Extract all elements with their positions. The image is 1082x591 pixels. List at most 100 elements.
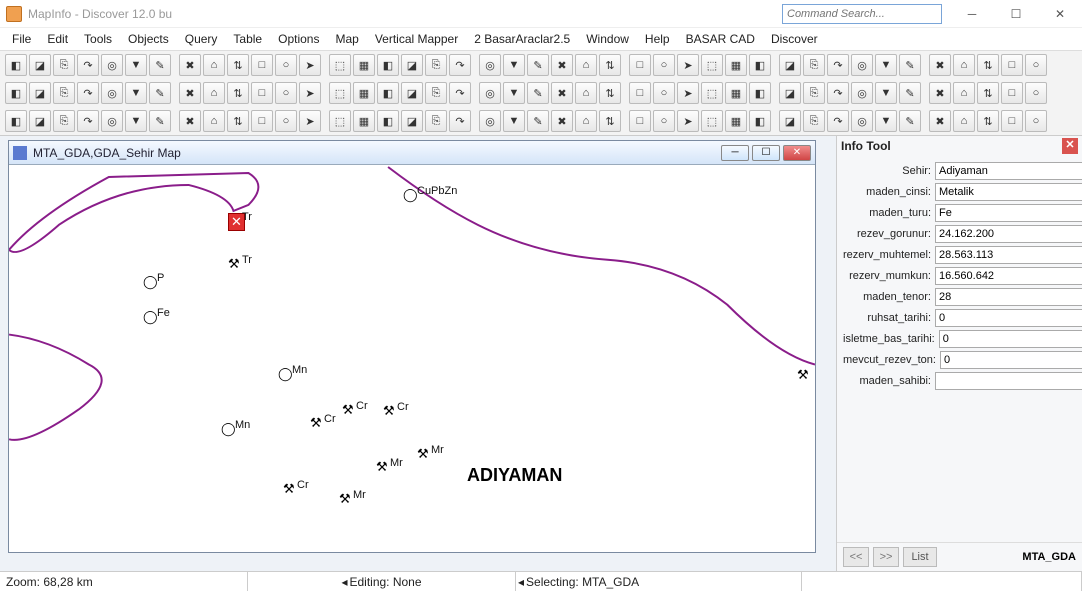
toolbar-button[interactable]: ⇅ xyxy=(977,54,999,76)
toolbar-button[interactable]: ✖ xyxy=(929,82,951,104)
toolbar-button[interactable]: ⎘ xyxy=(803,82,825,104)
map-minimize-button[interactable]: ─ xyxy=(721,145,749,161)
toolbar-button[interactable]: ➤ xyxy=(299,54,321,76)
toolbar-button[interactable]: ✖ xyxy=(929,54,951,76)
map-point[interactable]: ⚒Tr xyxy=(228,256,240,272)
toolbar-button[interactable]: ✎ xyxy=(527,54,549,76)
info-input-maden-sahibi[interactable] xyxy=(935,372,1082,390)
menu-edit[interactable]: Edit xyxy=(39,30,76,48)
menu-options[interactable]: Options xyxy=(270,30,327,48)
map-point[interactable]: ⚒Mr xyxy=(339,491,351,507)
toolbar-button[interactable]: ○ xyxy=(653,82,675,104)
toolbar-button[interactable]: ➤ xyxy=(299,110,321,132)
toolbar-button[interactable]: ✖ xyxy=(929,110,951,132)
toolbar-button[interactable]: ✖ xyxy=(179,82,201,104)
toolbar-button[interactable]: ⌂ xyxy=(203,54,225,76)
toolbar-button[interactable]: ◎ xyxy=(101,54,123,76)
toolbar-button[interactable]: ▼ xyxy=(875,54,897,76)
toolbar-button[interactable]: □ xyxy=(251,82,273,104)
toolbar-button[interactable]: ⌂ xyxy=(953,54,975,76)
toolbar-button[interactable]: ▦ xyxy=(725,110,747,132)
toolbar-button[interactable]: ▼ xyxy=(125,110,147,132)
toolbar-button[interactable]: ▦ xyxy=(353,110,375,132)
toolbar-button[interactable]: ◎ xyxy=(479,110,501,132)
menu-query[interactable]: Query xyxy=(177,30,226,48)
toolbar-button[interactable]: ◧ xyxy=(5,110,27,132)
toolbar-button[interactable]: ⎘ xyxy=(803,110,825,132)
info-tool-close-button[interactable]: ✕ xyxy=(1062,138,1078,154)
map-point[interactable]: ✕Tr xyxy=(228,213,245,231)
map-point[interactable]: ⚒Cr xyxy=(310,415,322,431)
toolbar-button[interactable]: ⌂ xyxy=(575,54,597,76)
toolbar-button[interactable]: ○ xyxy=(1025,82,1047,104)
toolbar-button[interactable]: ⌂ xyxy=(203,82,225,104)
toolbar-button[interactable]: ◪ xyxy=(29,54,51,76)
info-input-maden-turu[interactable] xyxy=(935,204,1082,222)
toolbar-button[interactable]: ⇅ xyxy=(599,54,621,76)
toolbar-button[interactable]: ✖ xyxy=(551,110,573,132)
toolbar-button[interactable]: ✎ xyxy=(527,110,549,132)
minimize-button[interactable]: ─ xyxy=(950,0,994,28)
toolbar-button[interactable]: ◪ xyxy=(29,82,51,104)
toolbar-button[interactable]: ◪ xyxy=(401,110,423,132)
toolbar-button[interactable]: ✎ xyxy=(149,82,171,104)
toolbar-button[interactable]: ◧ xyxy=(749,82,771,104)
toolbar-button[interactable]: ⎘ xyxy=(803,54,825,76)
toolbar-button[interactable]: ⇅ xyxy=(227,82,249,104)
toolbar-button[interactable]: ⇅ xyxy=(599,82,621,104)
maximize-button[interactable]: ☐ xyxy=(994,0,1038,28)
menu-window[interactable]: Window xyxy=(578,30,637,48)
info-input-rezev-gorunur[interactable] xyxy=(935,225,1082,243)
info-input-rezerv-muhtemel[interactable] xyxy=(935,246,1082,264)
toolbar-button[interactable]: ⬚ xyxy=(329,54,351,76)
menu-table[interactable]: Table xyxy=(225,30,270,48)
close-button[interactable]: ✕ xyxy=(1038,0,1082,28)
toolbar-button[interactable]: ◪ xyxy=(779,54,801,76)
toolbar-button[interactable]: ◎ xyxy=(479,82,501,104)
toolbar-button[interactable]: ▦ xyxy=(725,54,747,76)
toolbar-button[interactable]: ⎘ xyxy=(53,54,75,76)
toolbar-button[interactable]: ⬚ xyxy=(329,82,351,104)
toolbar-button[interactable]: ↷ xyxy=(77,54,99,76)
toolbar-button[interactable]: ◧ xyxy=(377,110,399,132)
toolbar-button[interactable]: ✖ xyxy=(179,110,201,132)
map-point[interactable]: ⚒Mr xyxy=(376,459,388,475)
menu-objects[interactable]: Objects xyxy=(120,30,177,48)
toolbar-button[interactable]: ↷ xyxy=(827,110,849,132)
toolbar-button[interactable]: ▼ xyxy=(875,82,897,104)
toolbar-button[interactable]: □ xyxy=(251,110,273,132)
toolbar-button[interactable]: ✎ xyxy=(149,110,171,132)
toolbar-button[interactable]: ○ xyxy=(1025,110,1047,132)
toolbar-button[interactable]: ◎ xyxy=(851,54,873,76)
toolbar-button[interactable]: ⌂ xyxy=(575,110,597,132)
toolbar-button[interactable]: ↷ xyxy=(449,110,471,132)
toolbar-button[interactable]: ⎘ xyxy=(53,82,75,104)
map-point[interactable]: ◯P xyxy=(143,274,158,290)
toolbar-button[interactable]: ◧ xyxy=(5,82,27,104)
toolbar-button[interactable]: ◎ xyxy=(101,82,123,104)
map-point[interactable]: ◯Fe xyxy=(143,309,158,325)
toolbar-button[interactable]: ✎ xyxy=(527,82,549,104)
toolbar-button[interactable]: ⇅ xyxy=(977,82,999,104)
toolbar-button[interactable]: ⬚ xyxy=(701,82,723,104)
toolbar-button[interactable]: ⬚ xyxy=(329,110,351,132)
info-input-rezerv-mumkun[interactable] xyxy=(935,267,1082,285)
toolbar-button[interactable]: ▼ xyxy=(125,82,147,104)
toolbar-button[interactable]: ▼ xyxy=(503,110,525,132)
map-canvas[interactable]: ADIYAMAN ◯CuPbZn✕Tr⚒Tr◯P◯Fe◯Mn◯Mn⚒Cr⚒Cr⚒… xyxy=(9,165,815,552)
toolbar-button[interactable]: ◧ xyxy=(377,54,399,76)
toolbar-button[interactable]: ⌂ xyxy=(575,82,597,104)
menu-vertical-mapper[interactable]: Vertical Mapper xyxy=(367,30,466,48)
toolbar-button[interactable]: ▼ xyxy=(503,82,525,104)
toolbar-button[interactable]: ◧ xyxy=(377,82,399,104)
map-point[interactable]: ◯CuPbZn xyxy=(403,187,418,203)
toolbar-button[interactable]: ▦ xyxy=(725,82,747,104)
info-input-maden-tenor[interactable] xyxy=(935,288,1082,306)
map-point[interactable]: ◯Mn xyxy=(278,366,293,382)
toolbar-button[interactable]: ○ xyxy=(275,82,297,104)
toolbar-button[interactable]: ▼ xyxy=(503,54,525,76)
toolbar-button[interactable]: ✎ xyxy=(899,82,921,104)
toolbar-button[interactable]: ⌂ xyxy=(953,82,975,104)
toolbar-button[interactable]: ↷ xyxy=(77,82,99,104)
toolbar-button[interactable]: ◪ xyxy=(29,110,51,132)
